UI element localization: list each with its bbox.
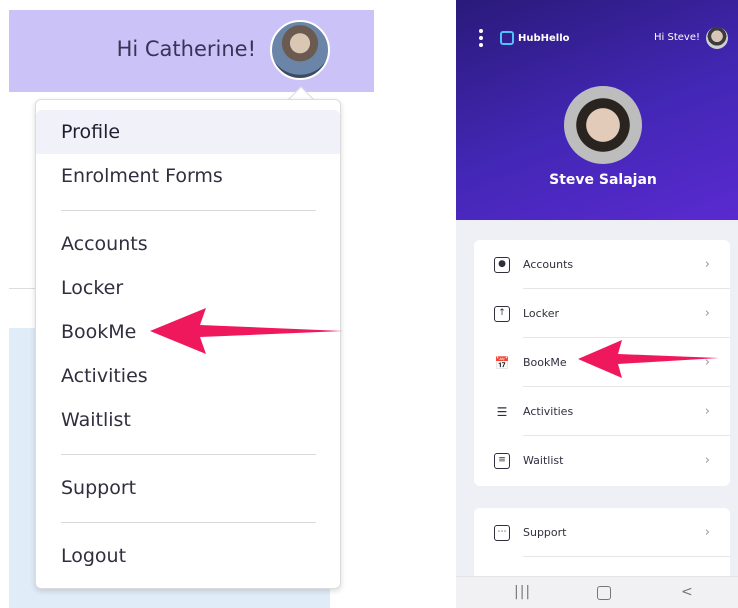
mobile-item-support[interactable]: ⋯ Support › [474,508,730,557]
mobile-greeting: Hi Steve! [654,32,700,43]
locker-upload-icon: ↑ [494,306,510,322]
menu-item-accounts[interactable]: Accounts [36,222,340,266]
menu-item-waitlist[interactable]: Waitlist [36,398,340,442]
divider [9,288,35,289]
account-box-icon: ● [494,257,510,273]
profile-avatar [564,86,642,164]
mobile-item-label: Accounts [523,258,574,271]
mobile-header: HubHello Hi Steve! Steve Salajan [456,0,738,220]
android-nav-bar: ||| < [456,576,738,608]
mobile-item-label: Support [523,526,567,539]
small-avatar[interactable] [706,27,728,49]
chevron-right-icon: › [704,453,710,468]
back-nav-button[interactable]: < [681,584,693,600]
mobile-item-label: BookMe [523,356,567,369]
recents-nav-button[interactable]: ||| [514,584,531,600]
mobile-item-label: Locker [523,307,559,320]
menu-item-profile[interactable]: Profile [36,110,340,154]
user-avatar[interactable] [270,20,330,80]
home-nav-button[interactable] [597,586,611,600]
chevron-right-icon: › [704,525,710,540]
menu-separator [61,454,316,455]
mobile-item-accounts[interactable]: ● Accounts › [474,240,730,289]
support-chat-icon: ⋯ [494,525,510,541]
brand-name: HubHello [518,32,570,44]
hubhello-logo-icon [500,31,514,45]
mobile-panel: HubHello Hi Steve! Steve Salajan ● Accou… [456,0,738,608]
mobile-item-locker[interactable]: ↑ Locker › [474,289,730,338]
menu-separator [61,210,316,211]
menu-item-enrolment-forms[interactable]: Enrolment Forms [36,154,340,198]
list-icon: ☰ [496,405,508,419]
mobile-item-waitlist[interactable]: ≡ Waitlist › [474,436,730,485]
pointer-arrow-right [578,340,719,378]
menu-item-support[interactable]: Support [36,466,340,510]
profile-name: Steve Salajan [549,172,657,188]
chevron-right-icon: › [704,306,710,321]
greeting-text: Hi Catherine! [116,37,256,61]
pointer-arrow-left [150,308,343,354]
mobile-item-label: Waitlist [523,454,564,467]
menu-item-logout[interactable]: Logout [36,534,340,578]
kebab-menu-icon[interactable] [479,29,485,47]
waitlist-icon: ≡ [494,453,510,469]
mobile-item-label: Activities [523,405,574,418]
row-divider [523,556,730,557]
chevron-right-icon: › [704,257,710,272]
calendar-icon: 📅 [494,356,510,370]
menu-separator [61,522,316,523]
brand-logo: HubHello [500,29,570,47]
chevron-right-icon: › [704,404,710,419]
mobile-item-activities[interactable]: ☰ Activities › [474,387,730,436]
